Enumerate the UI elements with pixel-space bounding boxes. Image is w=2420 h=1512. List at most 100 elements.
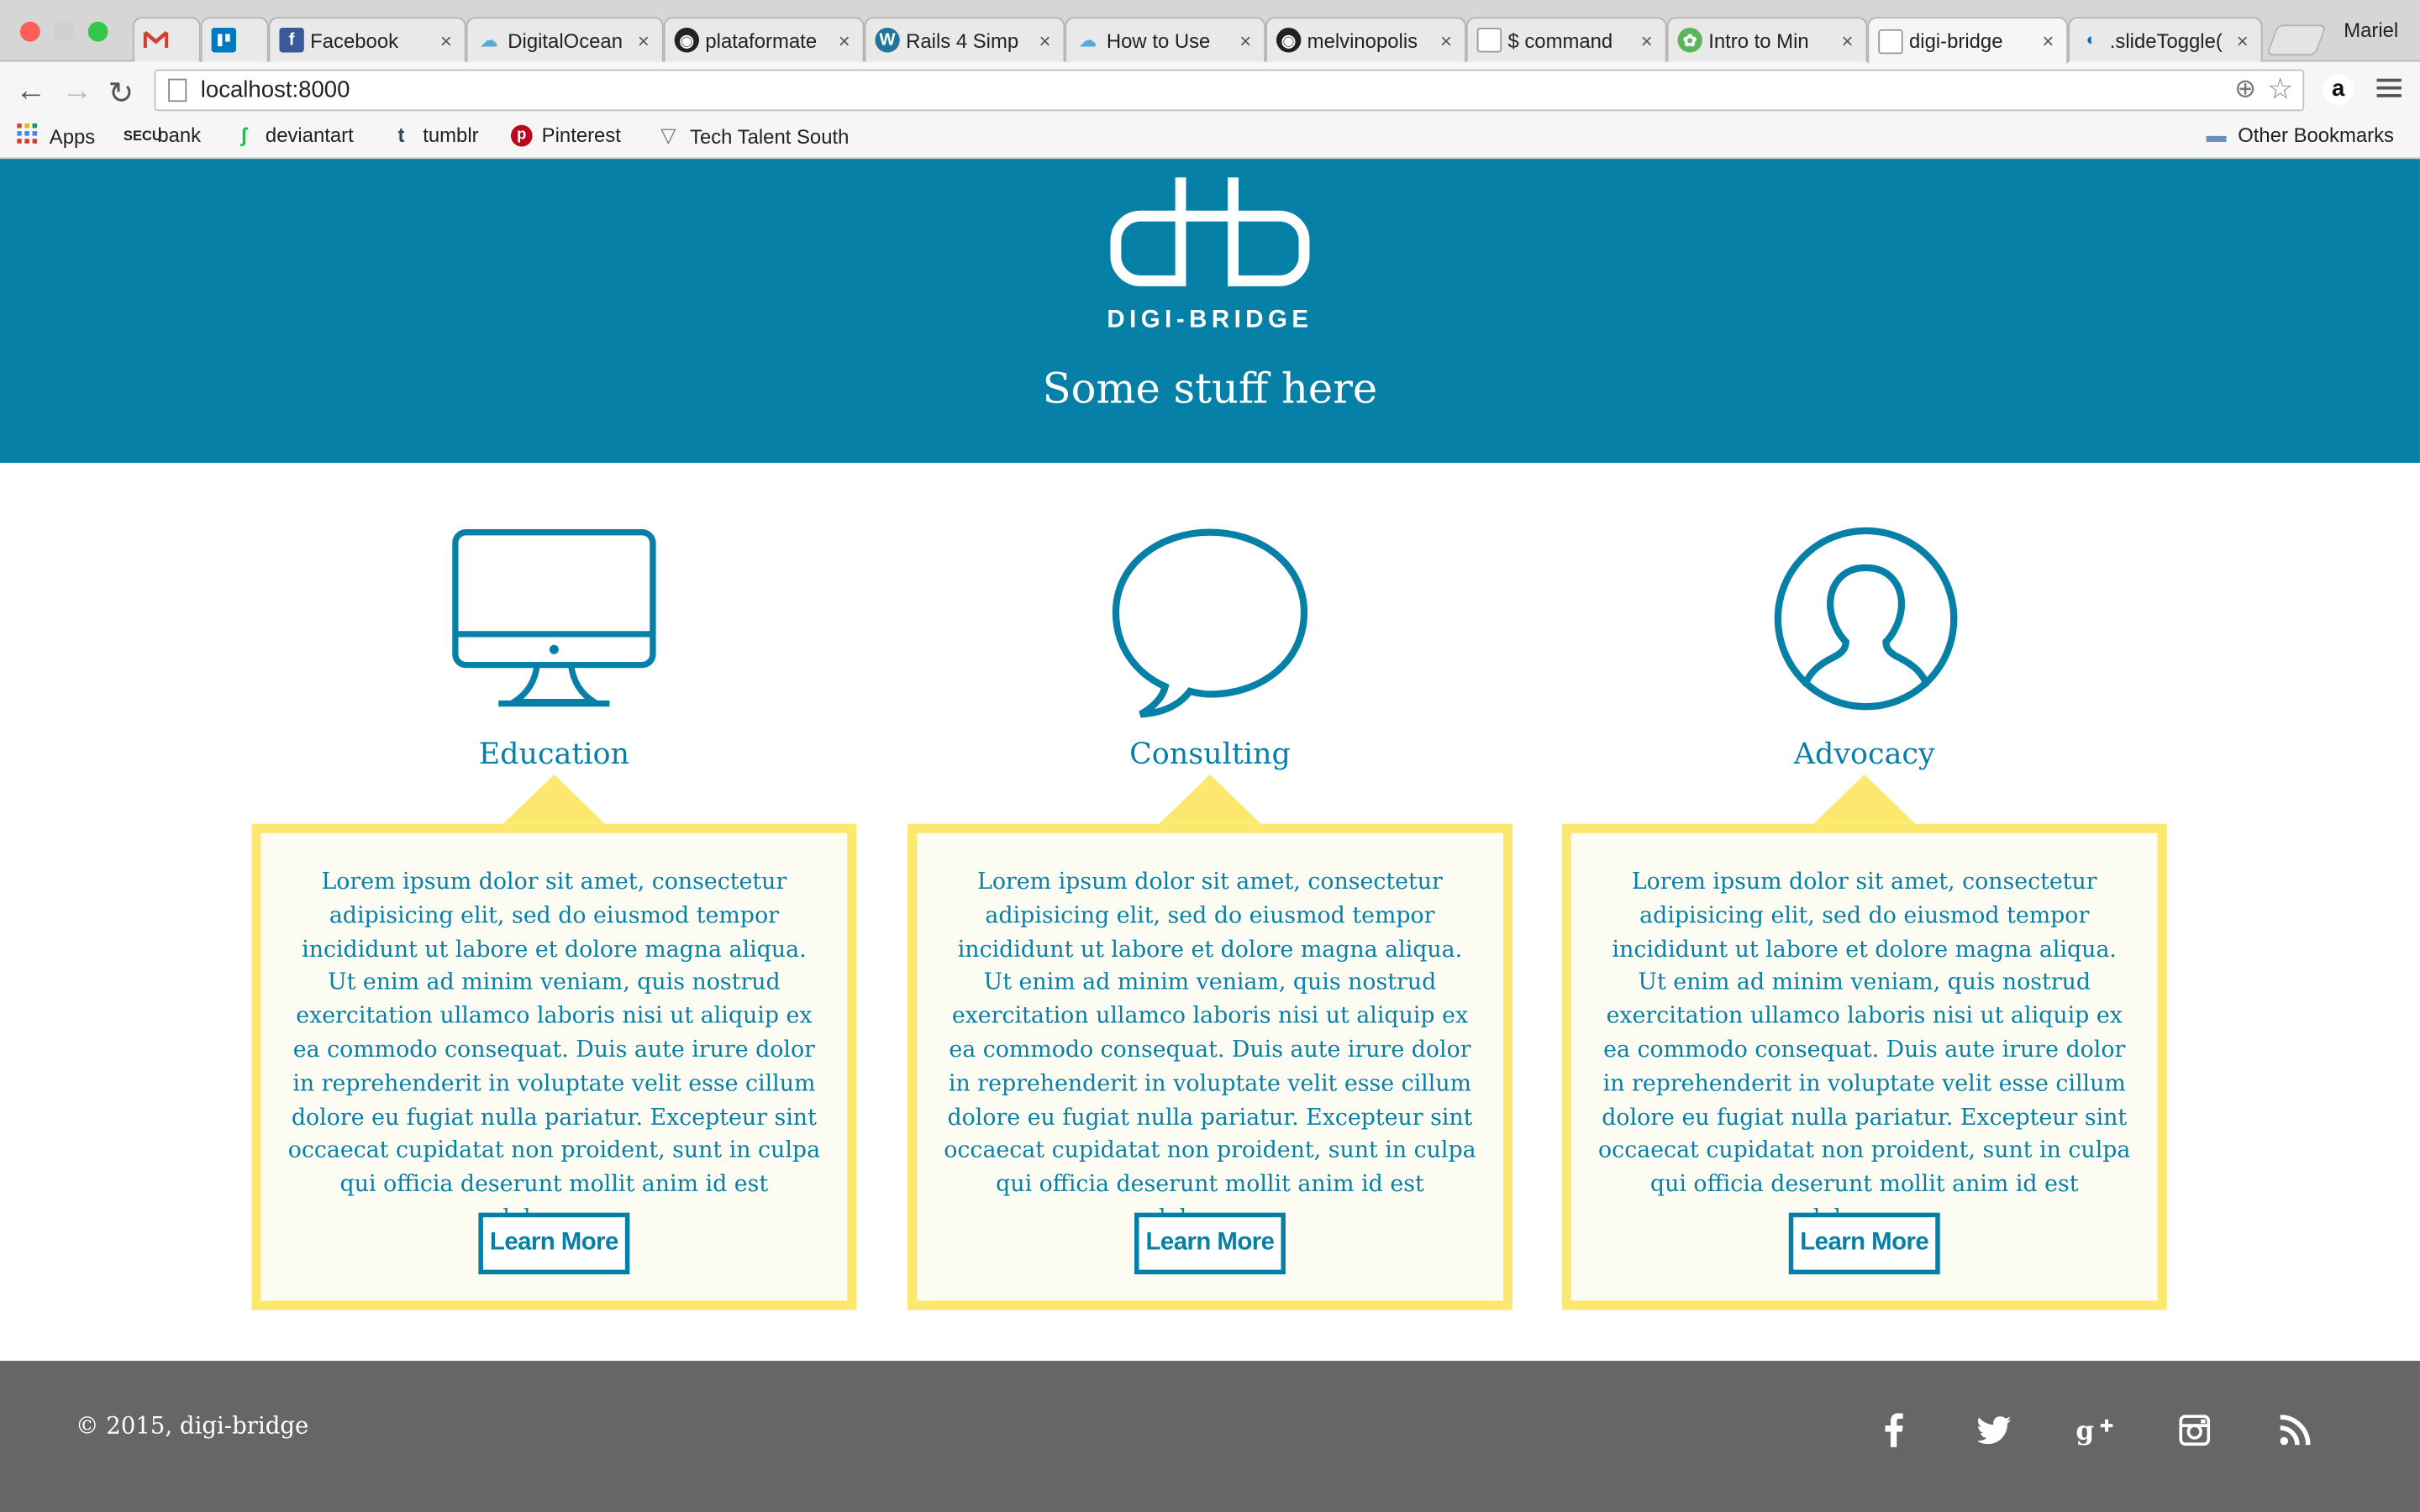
- bookmark-tech-talent-south[interactable]: ▽ Tech Talent South: [656, 123, 849, 148]
- hero-tagline: Some stuff here: [1042, 365, 1378, 414]
- chrome-menu-icon[interactable]: [2376, 78, 2402, 102]
- tab-command[interactable]: $ command ×: [1465, 17, 1667, 62]
- amazon-extension-icon[interactable]: a: [2323, 74, 2354, 105]
- tab-title: DigitalOcean: [508, 28, 623, 52]
- pinterest-icon: p: [510, 123, 533, 146]
- browser-window: { "browser": { "profile_name": "Mariel",…: [0, 0, 2420, 1512]
- service-title: Education: [478, 737, 630, 772]
- tab-title: Facebook: [310, 28, 399, 52]
- forward-icon[interactable]: →: [61, 74, 92, 109]
- close-tab-icon[interactable]: ×: [1035, 29, 1054, 52]
- service-card: Lorem ipsum dolor sit amet, consectetur …: [1561, 823, 2167, 1310]
- digitalocean-icon: ☁: [481, 31, 498, 50]
- leaf-icon: ✿: [1677, 28, 1702, 53]
- bookmark-tumblr[interactable]: t tumblr: [389, 123, 479, 147]
- bookmark-pinterest[interactable]: p Pinterest: [510, 123, 621, 147]
- footer: © 2015, digi-bridge g: [0, 1360, 2420, 1512]
- service-description: Lorem ipsum dolor sit amet, consectetur …: [944, 869, 1476, 1231]
- bookmark-label: Apps: [49, 124, 96, 149]
- tab-melvinopolis[interactable]: ◉ melvinopolis ×: [1265, 17, 1466, 62]
- close-tab-icon[interactable]: ×: [1638, 29, 1656, 52]
- service-card: Lorem ipsum dolor sit amet, consectetur …: [251, 823, 857, 1310]
- bookmark-other-bookmarks[interactable]: ▬ Other Bookmarks: [2204, 123, 2394, 147]
- trello-icon: [211, 28, 237, 53]
- browser-toolbar: ← → ↻ localhost:8000 ⊕ ☆: [0, 61, 2420, 119]
- url-text[interactable]: localhost:8000: [201, 77, 350, 103]
- bank-icon: SECU: [123, 127, 162, 143]
- close-tab-icon[interactable]: ×: [437, 29, 455, 52]
- profile-name[interactable]: Mariel: [2344, 18, 2398, 42]
- close-tab-icon[interactable]: ×: [1437, 29, 1455, 52]
- deviantart-icon: ʃ: [240, 123, 248, 147]
- card-pointer: [1813, 774, 1916, 824]
- monitor-icon: [452, 528, 656, 707]
- tab-intro-to-min[interactable]: ✿ Intro to Min ×: [1666, 17, 1868, 62]
- tab-gmail[interactable]: [132, 17, 201, 62]
- tab-digitalocean[interactable]: ☁ DigitalOcean ×: [466, 17, 664, 62]
- twitter-icon[interactable]: [1970, 1407, 2017, 1453]
- tab-rails[interactable]: W Rails 4 Simp ×: [864, 17, 1065, 62]
- cloud-icon: ☁: [1079, 31, 1097, 50]
- service-card: Lorem ipsum dolor sit amet, consectetur …: [907, 823, 1512, 1310]
- close-window-button[interactable]: [19, 21, 40, 42]
- learn-more-button[interactable]: Learn More: [1788, 1212, 1940, 1275]
- close-tab-icon[interactable]: ×: [2233, 29, 2252, 52]
- apps-grid-icon: [15, 123, 39, 150]
- bookmark-deviantart[interactable]: ʃ deviantart: [232, 123, 354, 147]
- service-description: Lorem ipsum dolor sit amet, consectetur …: [1598, 869, 2131, 1231]
- page-icon: [1878, 28, 1903, 54]
- close-tab-icon[interactable]: ×: [634, 29, 653, 52]
- tab-facebook[interactable]: f Facebook ×: [268, 17, 466, 62]
- tab-plataformate[interactable]: ◉ plataformate ×: [663, 17, 865, 62]
- learn-more-button[interactable]: Learn More: [1134, 1212, 1286, 1275]
- tab-title: melvinopolis: [1307, 28, 1418, 52]
- github-icon: ◉: [1276, 28, 1302, 53]
- github-icon: ◉: [674, 28, 700, 53]
- tab-title: Rails 4 Simp: [906, 28, 1019, 52]
- bookmark-label: Other Bookmarks: [2238, 123, 2395, 147]
- tab-title: $ command: [1507, 28, 1613, 52]
- card-pointer: [1159, 774, 1261, 824]
- bookmark-label: Pinterest: [541, 123, 621, 147]
- back-icon[interactable]: ←: [15, 74, 46, 109]
- rss-icon[interactable]: [2272, 1407, 2318, 1453]
- tab-digi-bridge[interactable]: digi-bridge ×: [1867, 17, 2069, 64]
- bookmarks-bar: Apps SECU bank ʃ deviantart t tumblr p P…: [0, 118, 2420, 160]
- close-tab-icon[interactable]: ×: [2039, 29, 2057, 53]
- zoom-icon[interactable]: ⊕: [2234, 74, 2256, 105]
- facebook-icon[interactable]: [1870, 1407, 1917, 1453]
- page-icon: [168, 78, 187, 102]
- google-plus-icon[interactable]: g: [2071, 1407, 2118, 1453]
- close-tab-icon[interactable]: ×: [1839, 29, 1857, 52]
- hero-banner: DIGI-BRIDGE Some stuff here: [0, 159, 2420, 464]
- tab-slidetoggle[interactable]: ◐ .slideToggle( ×: [2068, 17, 2263, 62]
- folder-icon: ▬: [2206, 123, 2227, 147]
- tab-title: .slideToggle(: [2109, 28, 2223, 52]
- minimize-window-button[interactable]: [54, 21, 75, 42]
- instagram-icon[interactable]: [2171, 1407, 2217, 1453]
- new-tab-button[interactable]: [2265, 24, 2328, 56]
- bookmark-label: bank: [157, 123, 202, 147]
- close-tab-icon[interactable]: ×: [1236, 29, 1255, 52]
- tab-how-to-use[interactable]: ☁ How to Use ×: [1065, 17, 1266, 62]
- close-tab-icon[interactable]: ×: [835, 29, 854, 52]
- service-title: Advocacy: [1793, 737, 1935, 772]
- tab-title: How to Use: [1106, 28, 1211, 52]
- digi-bridge-logo: [1110, 177, 1310, 286]
- learn-more-button[interactable]: Learn More: [478, 1212, 630, 1275]
- reload-icon[interactable]: ↻: [108, 74, 134, 113]
- jquery-icon: ◐: [2086, 30, 2096, 50]
- gmail-icon: [143, 28, 169, 52]
- triangle-icon: ▽: [660, 123, 676, 147]
- tab-trello[interactable]: [200, 17, 269, 62]
- service-title: Consulting: [1129, 737, 1291, 772]
- tumblr-icon: t: [397, 123, 405, 147]
- svg-text:g: g: [2075, 1416, 2094, 1446]
- wordpress-icon: W: [875, 28, 900, 53]
- zoom-window-button[interactable]: [87, 21, 108, 42]
- bookmark-apps[interactable]: Apps: [15, 123, 95, 150]
- bookmark-star-icon[interactable]: ☆: [2267, 72, 2293, 108]
- tab-title: plataformate: [705, 28, 818, 52]
- address-bar[interactable]: localhost:8000 ⊕ ☆: [154, 69, 2305, 112]
- bookmark-bank[interactable]: SECU bank: [124, 123, 201, 147]
